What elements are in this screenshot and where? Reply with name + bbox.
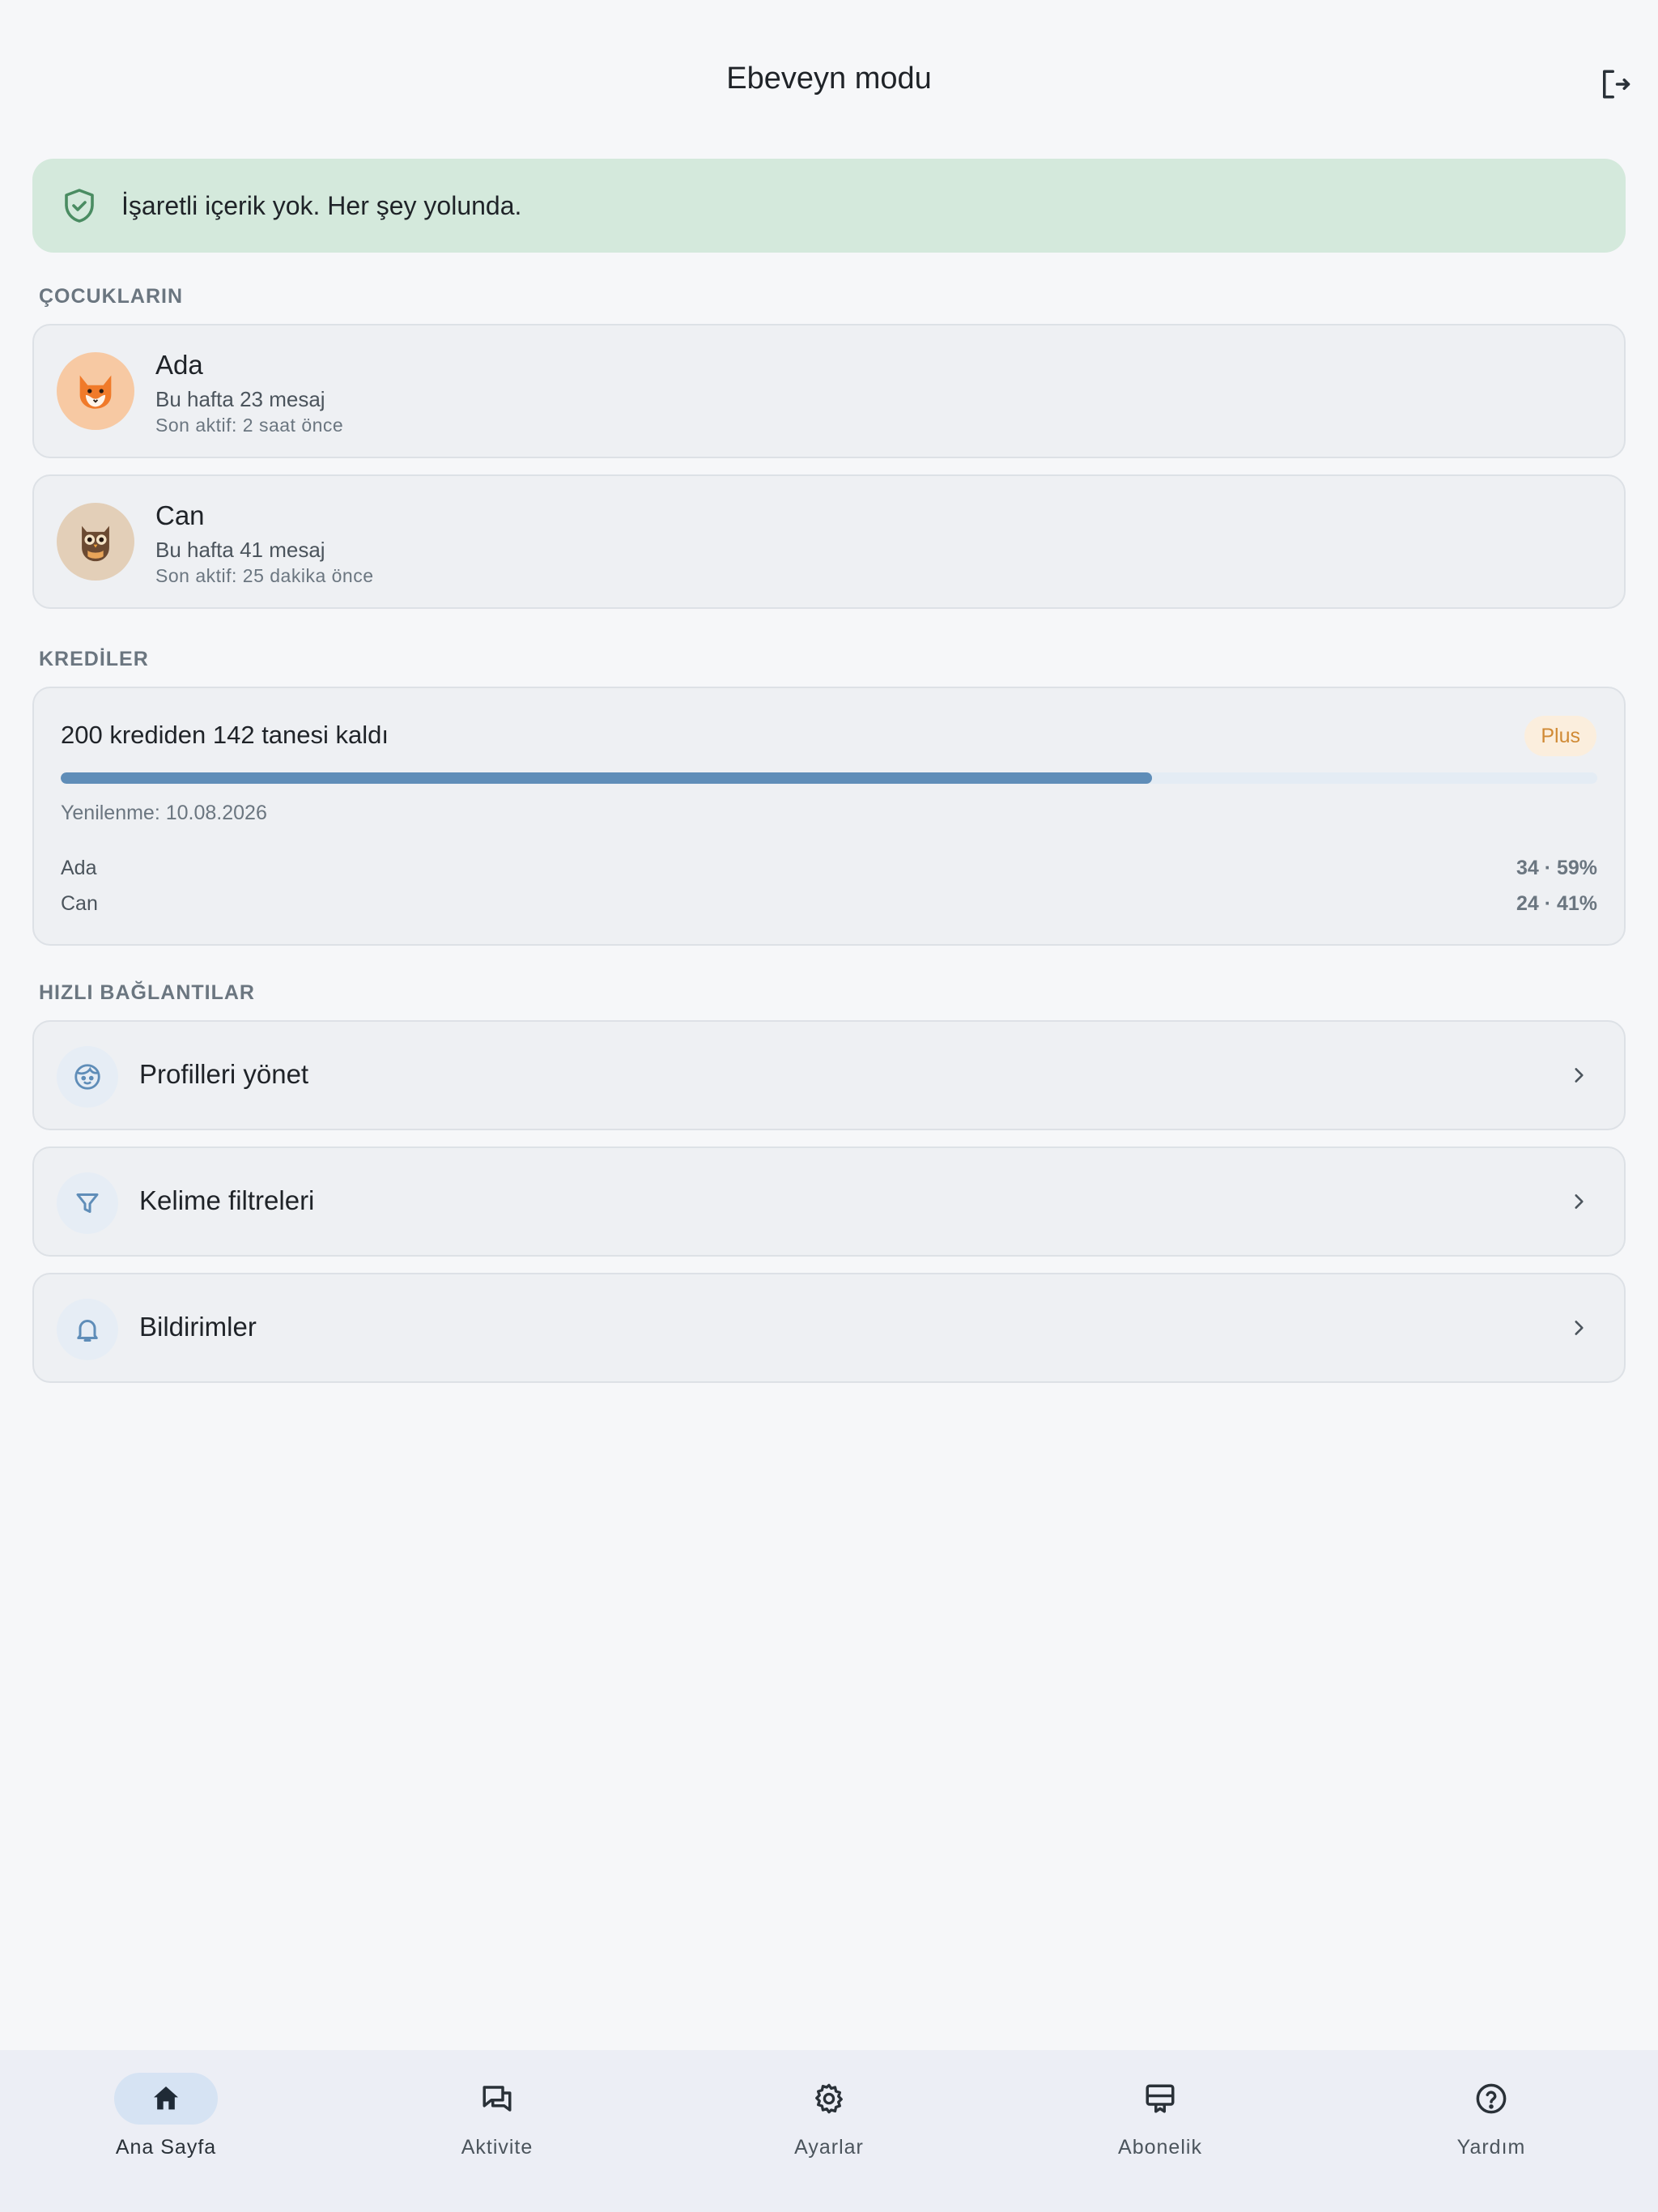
usage-child-name: Can [61, 892, 98, 915]
child-last-active: Son aktif: 25 dakika önce [155, 565, 374, 586]
gear-icon [815, 2083, 843, 2114]
nav-label: Ana Sayfa [115, 2136, 217, 2159]
usage-child-name: Ada [61, 857, 97, 879]
chat-icon [483, 2086, 512, 2112]
child-last-active: Son aktif: 2 saat önce [155, 415, 344, 436]
nav-label: Ayarlar [794, 2136, 864, 2159]
logout-button[interactable] [1595, 65, 1634, 104]
owl-avatar [57, 503, 134, 581]
child-name: Can [155, 500, 205, 530]
plan-badge: Plus [1524, 716, 1596, 756]
link-notifications[interactable]: Bildirimler [32, 1273, 1626, 1383]
fox-avatar [57, 352, 134, 430]
nav-label: Yardım [1456, 2136, 1526, 2159]
child-weekly-messages: Bu hafta 23 mesaj [155, 387, 325, 411]
nav-subscription[interactable]: Abonelik [1039, 2073, 1282, 2170]
nav-label: Abonelik [1118, 2136, 1202, 2159]
usage-value: 24 · 41% [1516, 892, 1597, 915]
quick-links-section-label: HIZLI BAĞLANTILAR [39, 981, 255, 1004]
renewal-date: Yenilenme: 10.08.2026 [61, 802, 267, 824]
filter-icon [57, 1172, 118, 1234]
bottom-navigation: Ana Sayfa Aktivite Ayarlar Abonelik Yard… [0, 2050, 1658, 2212]
child-card-ada[interactable]: Ada Bu hafta 23 mesaj Son aktif: 2 saat … [32, 324, 1626, 458]
nav-home[interactable]: Ana Sayfa [45, 2073, 287, 2170]
subscription-icon [1146, 2084, 1175, 2113]
credits-card: 200 krediden 142 tanesi kaldı Plus Yenil… [32, 687, 1626, 946]
page-title: Ebeveyn modu [726, 62, 932, 96]
child-face-icon [57, 1046, 118, 1108]
status-banner: İşaretli içerik yok. Her şey yolunda. [32, 159, 1626, 253]
chevron-right-icon [1564, 1187, 1593, 1216]
nav-activity[interactable]: Aktivite [376, 2073, 619, 2170]
credits-summary: 200 krediden 142 tanesi kaldı [61, 721, 389, 749]
nav-label: Aktivite [461, 2136, 534, 2159]
link-label: Profilleri yönet [139, 1059, 309, 1089]
nav-active-indicator [114, 2073, 218, 2125]
nav-settings[interactable]: Ayarlar [708, 2073, 950, 2170]
link-label: Kelime filtreleri [139, 1185, 315, 1215]
app-header: Ebeveyn modu [0, 0, 1658, 162]
home-icon [154, 2087, 178, 2110]
link-manage-profiles[interactable]: Profilleri yönet [32, 1020, 1626, 1130]
credits-progress-bar [61, 772, 1597, 784]
bell-icon [57, 1299, 118, 1360]
child-card-can[interactable]: Can Bu hafta 41 mesaj Son aktif: 25 daki… [32, 474, 1626, 609]
children-section-label: ÇOCUKLARIN [39, 285, 184, 308]
credits-progress-fill [61, 772, 1152, 784]
link-word-filters[interactable]: Kelime filtreleri [32, 1146, 1626, 1257]
chevron-right-icon [1564, 1061, 1593, 1090]
shield-check-icon [60, 186, 99, 225]
nav-help[interactable]: Yardım [1370, 2073, 1613, 2170]
logout-icon [1603, 70, 1630, 99]
child-name: Ada [155, 350, 203, 380]
chevron-right-icon [1564, 1313, 1593, 1342]
usage-value: 34 · 59% [1516, 857, 1597, 879]
credits-section-label: KREDİLER [39, 648, 149, 670]
link-label: Bildirimler [139, 1312, 257, 1342]
help-icon [1476, 2083, 1507, 2114]
child-weekly-messages: Bu hafta 41 mesaj [155, 538, 325, 562]
status-message: İşaretli içerik yok. Her şey yolunda. [121, 190, 522, 220]
